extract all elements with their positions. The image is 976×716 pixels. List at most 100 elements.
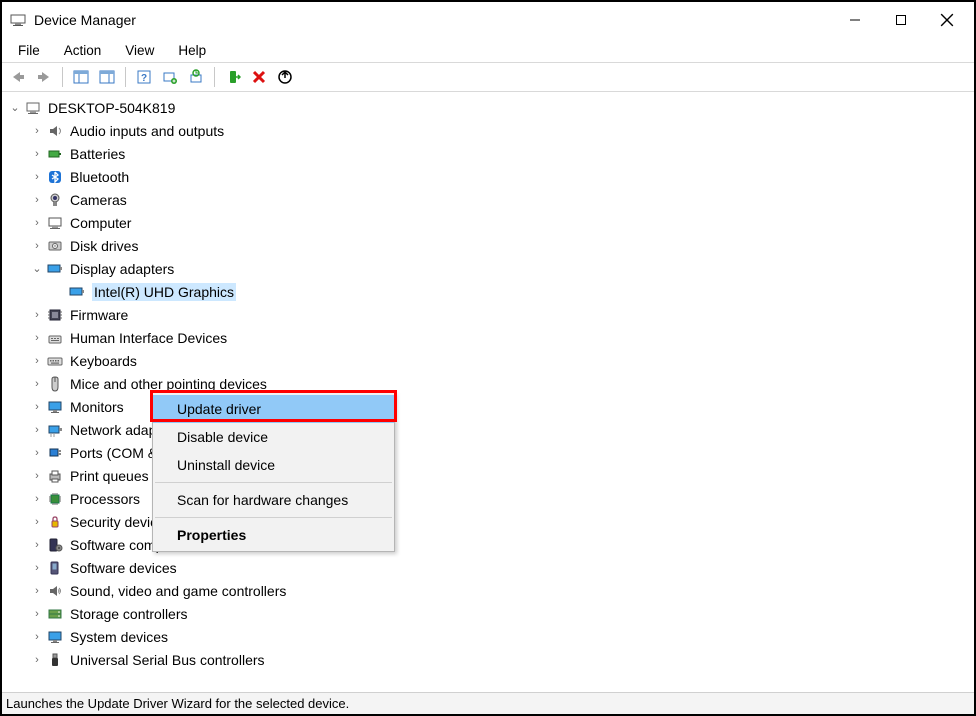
enable-device-button[interactable] xyxy=(221,65,245,89)
chevron-right-icon[interactable]: › xyxy=(30,654,44,666)
chevron-right-icon[interactable]: › xyxy=(30,171,44,183)
chevron-right-icon[interactable]: › xyxy=(30,585,44,597)
display-adapter-icon xyxy=(68,283,86,301)
chevron-right-icon[interactable]: › xyxy=(30,401,44,413)
tree-category-label: Sound, video and game controllers xyxy=(70,583,286,599)
chevron-right-icon[interactable]: › xyxy=(30,516,44,528)
update-driver-button[interactable] xyxy=(184,65,208,89)
tree-category[interactable]: ›Software devices xyxy=(8,556,974,579)
tree-category[interactable]: › Cameras xyxy=(8,188,974,211)
tree-category[interactable]: › Human Interface Devices xyxy=(8,326,974,349)
tree-category-label: Mice and other pointing devices xyxy=(70,376,267,392)
chevron-right-icon[interactable]: › xyxy=(30,608,44,620)
camera-icon xyxy=(46,191,64,209)
cpu-icon xyxy=(46,490,64,508)
chevron-right-icon[interactable]: › xyxy=(30,355,44,367)
chevron-right-icon[interactable]: › xyxy=(30,493,44,505)
menu-view[interactable]: View xyxy=(113,40,166,61)
scan-for-hardware-changes-button[interactable] xyxy=(158,65,182,89)
swdev-icon xyxy=(46,559,64,577)
menu-action[interactable]: Action xyxy=(52,40,114,61)
tree-category-display-adapters[interactable]: ⌄ Display adapters xyxy=(8,257,974,280)
close-button[interactable] xyxy=(924,4,970,36)
ports-icon xyxy=(46,444,64,462)
tree-category[interactable]: › Audio inputs and outputs xyxy=(8,119,974,142)
ctx-update-driver[interactable]: Update driver xyxy=(153,395,394,423)
chevron-right-icon[interactable]: › xyxy=(30,125,44,137)
tree-category[interactable]: ›Firmware xyxy=(8,303,974,326)
toolbar-separator xyxy=(214,67,215,87)
ctx-disable-device[interactable]: Disable device xyxy=(153,423,394,451)
tree-category[interactable]: › Bluetooth xyxy=(8,165,974,188)
back-button[interactable] xyxy=(6,65,30,89)
chevron-right-icon[interactable]: › xyxy=(30,240,44,252)
chevron-right-icon[interactable]: › xyxy=(30,217,44,229)
tree-category[interactable]: ›Batteries xyxy=(8,142,974,165)
tree-category-label: Keyboards xyxy=(70,353,137,369)
help-button[interactable]: ? xyxy=(132,65,156,89)
context-menu: Update driver Disable device Uninstall d… xyxy=(152,392,395,552)
chevron-right-icon[interactable]: › xyxy=(30,332,44,344)
computer-icon xyxy=(46,214,64,232)
statusbar: Launches the Update Driver Wizard for th… xyxy=(2,692,974,714)
printq-icon xyxy=(46,467,64,485)
firmware-icon xyxy=(46,306,64,324)
keyboard-icon xyxy=(46,352,64,370)
minimize-button[interactable] xyxy=(832,4,878,36)
tree-device-intel-uhd[interactable]: Intel(R) UHD Graphics xyxy=(8,280,974,303)
monitor-icon xyxy=(46,398,64,416)
tree-category-label: Cameras xyxy=(70,192,127,208)
tree-root[interactable]: ⌄ DESKTOP-504K819 xyxy=(8,96,974,119)
tree-category[interactable]: › System devices xyxy=(8,625,974,648)
menu-help[interactable]: Help xyxy=(166,40,218,61)
device-manager-icon xyxy=(10,12,26,28)
chevron-right-icon[interactable]: › xyxy=(30,562,44,574)
chevron-right-icon[interactable]: › xyxy=(30,148,44,160)
tree-category[interactable]: ›Storage controllers xyxy=(8,602,974,625)
tree-category[interactable]: ›Computer xyxy=(8,211,974,234)
toolbar: ? xyxy=(2,62,974,92)
ctx-scan-hardware[interactable]: Scan for hardware changes xyxy=(153,486,394,514)
toolbar-separator xyxy=(125,67,126,87)
chevron-down-icon[interactable]: ⌄ xyxy=(30,262,44,275)
tree-category-label: Audio inputs and outputs xyxy=(70,123,224,139)
maximize-button[interactable] xyxy=(878,4,924,36)
display-adapter-icon xyxy=(46,260,64,278)
tree-category[interactable]: › Sound, video and game controllers xyxy=(8,579,974,602)
chevron-right-icon[interactable]: › xyxy=(30,424,44,436)
tree-category[interactable]: ›Universal Serial Bus controllers xyxy=(8,648,974,671)
tree-category[interactable]: ›Disk drives xyxy=(8,234,974,257)
chevron-right-icon[interactable]: › xyxy=(30,378,44,390)
tree-category-label: Print queues xyxy=(70,468,149,484)
chevron-right-icon[interactable]: › xyxy=(30,194,44,206)
tree-category-label: Display adapters xyxy=(70,261,174,277)
tree-category[interactable]: › Keyboards xyxy=(8,349,974,372)
chevron-right-icon[interactable]: › xyxy=(30,309,44,321)
tree-category-label: Human Interface Devices xyxy=(70,330,227,346)
chevron-right-icon[interactable]: › xyxy=(30,470,44,482)
security-icon xyxy=(46,513,64,531)
chevron-right-icon[interactable]: › xyxy=(30,447,44,459)
ctx-properties[interactable]: Properties xyxy=(153,521,394,549)
bluetooth-icon xyxy=(46,168,64,186)
show-hide-console-tree-button[interactable] xyxy=(69,65,93,89)
storage-icon xyxy=(46,605,64,623)
swcomp-icon xyxy=(46,536,64,554)
ctx-separator xyxy=(155,517,392,518)
chevron-right-icon[interactable]: › xyxy=(30,539,44,551)
usb-icon xyxy=(46,651,64,669)
chevron-right-icon[interactable]: › xyxy=(30,631,44,643)
chevron-down-icon[interactable]: ⌄ xyxy=(8,101,22,114)
forward-button[interactable] xyxy=(32,65,56,89)
device-tree[interactable]: ⌄ DESKTOP-504K819 › Audio inputs and outp… xyxy=(2,92,974,692)
disable-device-button[interactable] xyxy=(273,65,297,89)
show-hide-action-pane-button[interactable] xyxy=(95,65,119,89)
tree-category-label: Bluetooth xyxy=(70,169,129,185)
system-icon xyxy=(46,628,64,646)
tree-category-label: System devices xyxy=(70,629,168,645)
tree-device-label: Intel(R) UHD Graphics xyxy=(92,283,236,301)
uninstall-device-button[interactable] xyxy=(247,65,271,89)
menubar: File Action View Help xyxy=(2,38,974,62)
menu-file[interactable]: File xyxy=(6,40,52,61)
ctx-uninstall-device[interactable]: Uninstall device xyxy=(153,451,394,479)
